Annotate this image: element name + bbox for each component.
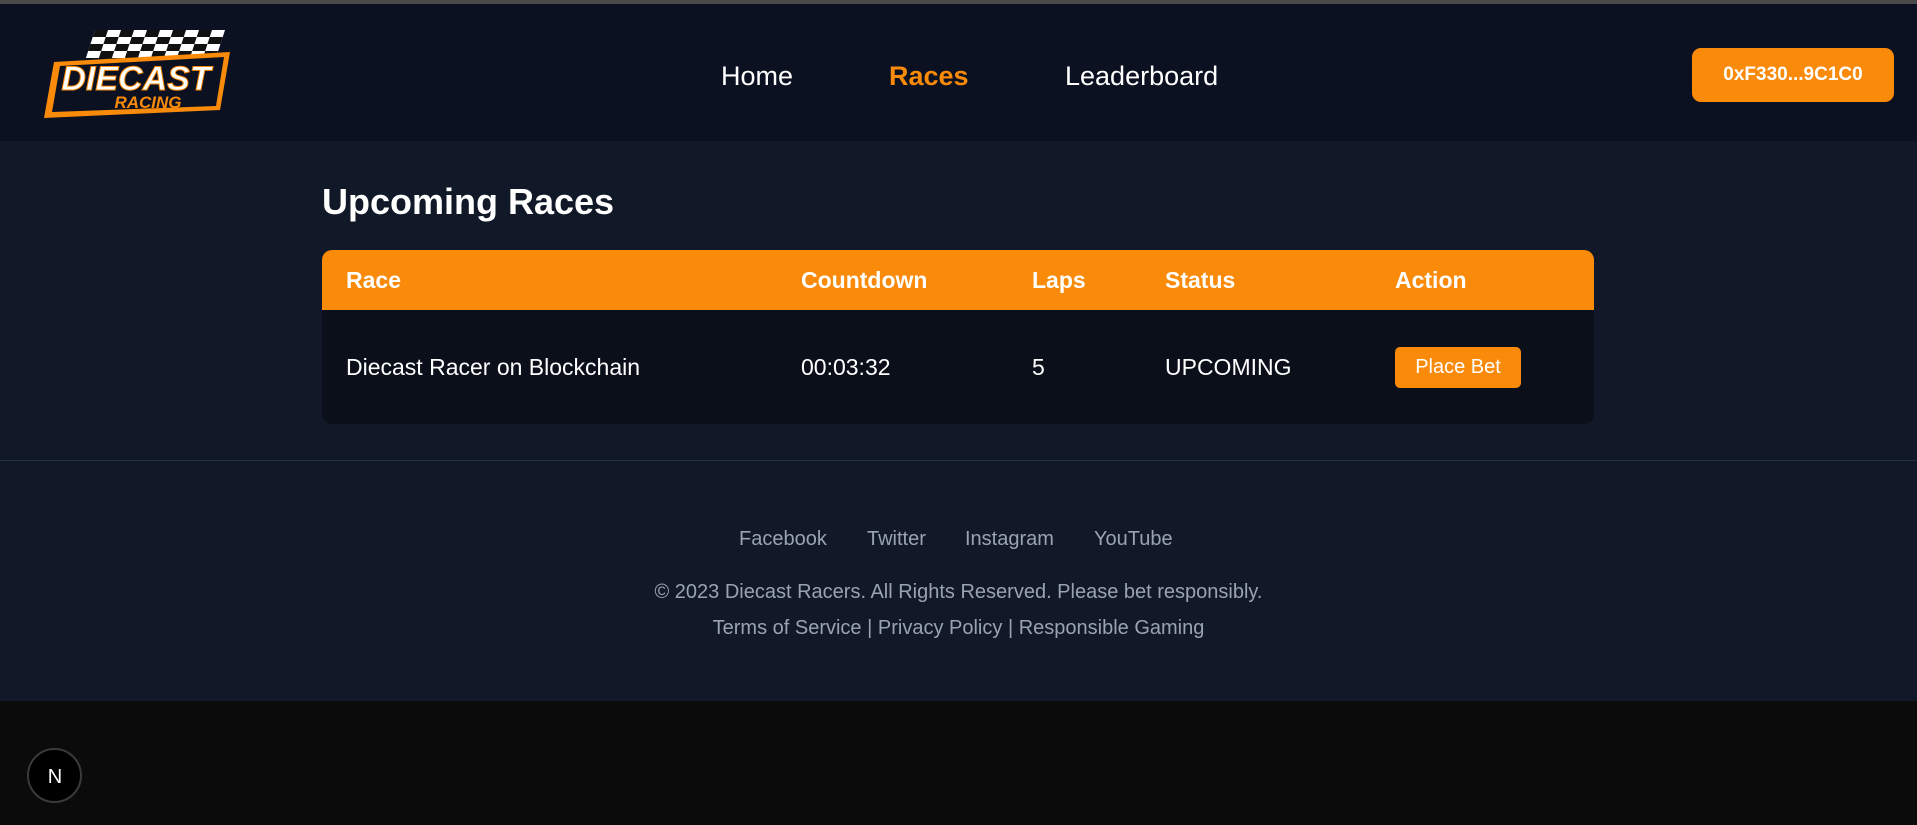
- status-cell: UPCOMING: [1165, 354, 1292, 380]
- social-links: Facebook Twitter Instagram YouTube: [0, 526, 1917, 552]
- site-header: DIECAST RACING Home Races Leaderboard 0x…: [0, 4, 1917, 141]
- instagram-link[interactable]: Instagram: [965, 526, 1054, 552]
- column-header-countdown: Countdown: [801, 267, 928, 293]
- table-header: Race Countdown Laps Status Action: [322, 250, 1594, 310]
- site-footer: Facebook Twitter Instagram YouTube © 202…: [0, 460, 1917, 701]
- youtube-link[interactable]: YouTube: [1094, 526, 1173, 552]
- nav-races[interactable]: Races: [889, 56, 969, 96]
- responsible-gaming-link[interactable]: Responsible Gaming: [1019, 617, 1205, 639]
- column-header-status: Status: [1165, 267, 1236, 293]
- privacy-policy-link[interactable]: Privacy Policy: [878, 617, 1002, 639]
- legal-separator: |: [867, 617, 873, 639]
- table-row: Diecast Racer on Blockchain 00:03:32 5 U…: [322, 310, 1594, 424]
- page-title: Upcoming Races: [322, 181, 615, 222]
- main-nav: Home Races Leaderboard: [0, 56, 1917, 96]
- svg-text:N: N: [47, 766, 61, 788]
- terms-of-service-link[interactable]: Terms of Service: [713, 617, 862, 639]
- countdown-cell: 00:03:32: [801, 354, 891, 380]
- column-header-laps: Laps: [1032, 267, 1086, 293]
- laps-cell: 5: [1032, 354, 1045, 380]
- twitter-link[interactable]: Twitter: [867, 526, 926, 552]
- place-bet-button[interactable]: Place Bet: [1395, 347, 1521, 388]
- nav-leaderboard[interactable]: Leaderboard: [1065, 56, 1218, 96]
- nextjs-dev-badge[interactable]: N: [27, 748, 82, 803]
- wallet-address-button[interactable]: 0xF330...9C1C0: [1692, 48, 1894, 102]
- facebook-link[interactable]: Facebook: [739, 526, 827, 552]
- column-header-action: Action: [1395, 267, 1467, 293]
- nav-home[interactable]: Home: [721, 56, 793, 96]
- main-content: Upcoming Races Race Countdown Laps Statu…: [0, 141, 1917, 460]
- copyright-text: © 2023 Diecast Racers. All Rights Reserv…: [654, 581, 1263, 603]
- legal-links: Terms of Service | Privacy Policy | Resp…: [0, 615, 1917, 641]
- races-table: Race Countdown Laps Status Action Diecas…: [322, 250, 1594, 424]
- column-header-race: Race: [346, 267, 401, 293]
- race-name-cell: Diecast Racer on Blockchain: [346, 354, 641, 380]
- legal-separator: |: [1007, 617, 1014, 639]
- nextjs-icon: N: [47, 766, 61, 788]
